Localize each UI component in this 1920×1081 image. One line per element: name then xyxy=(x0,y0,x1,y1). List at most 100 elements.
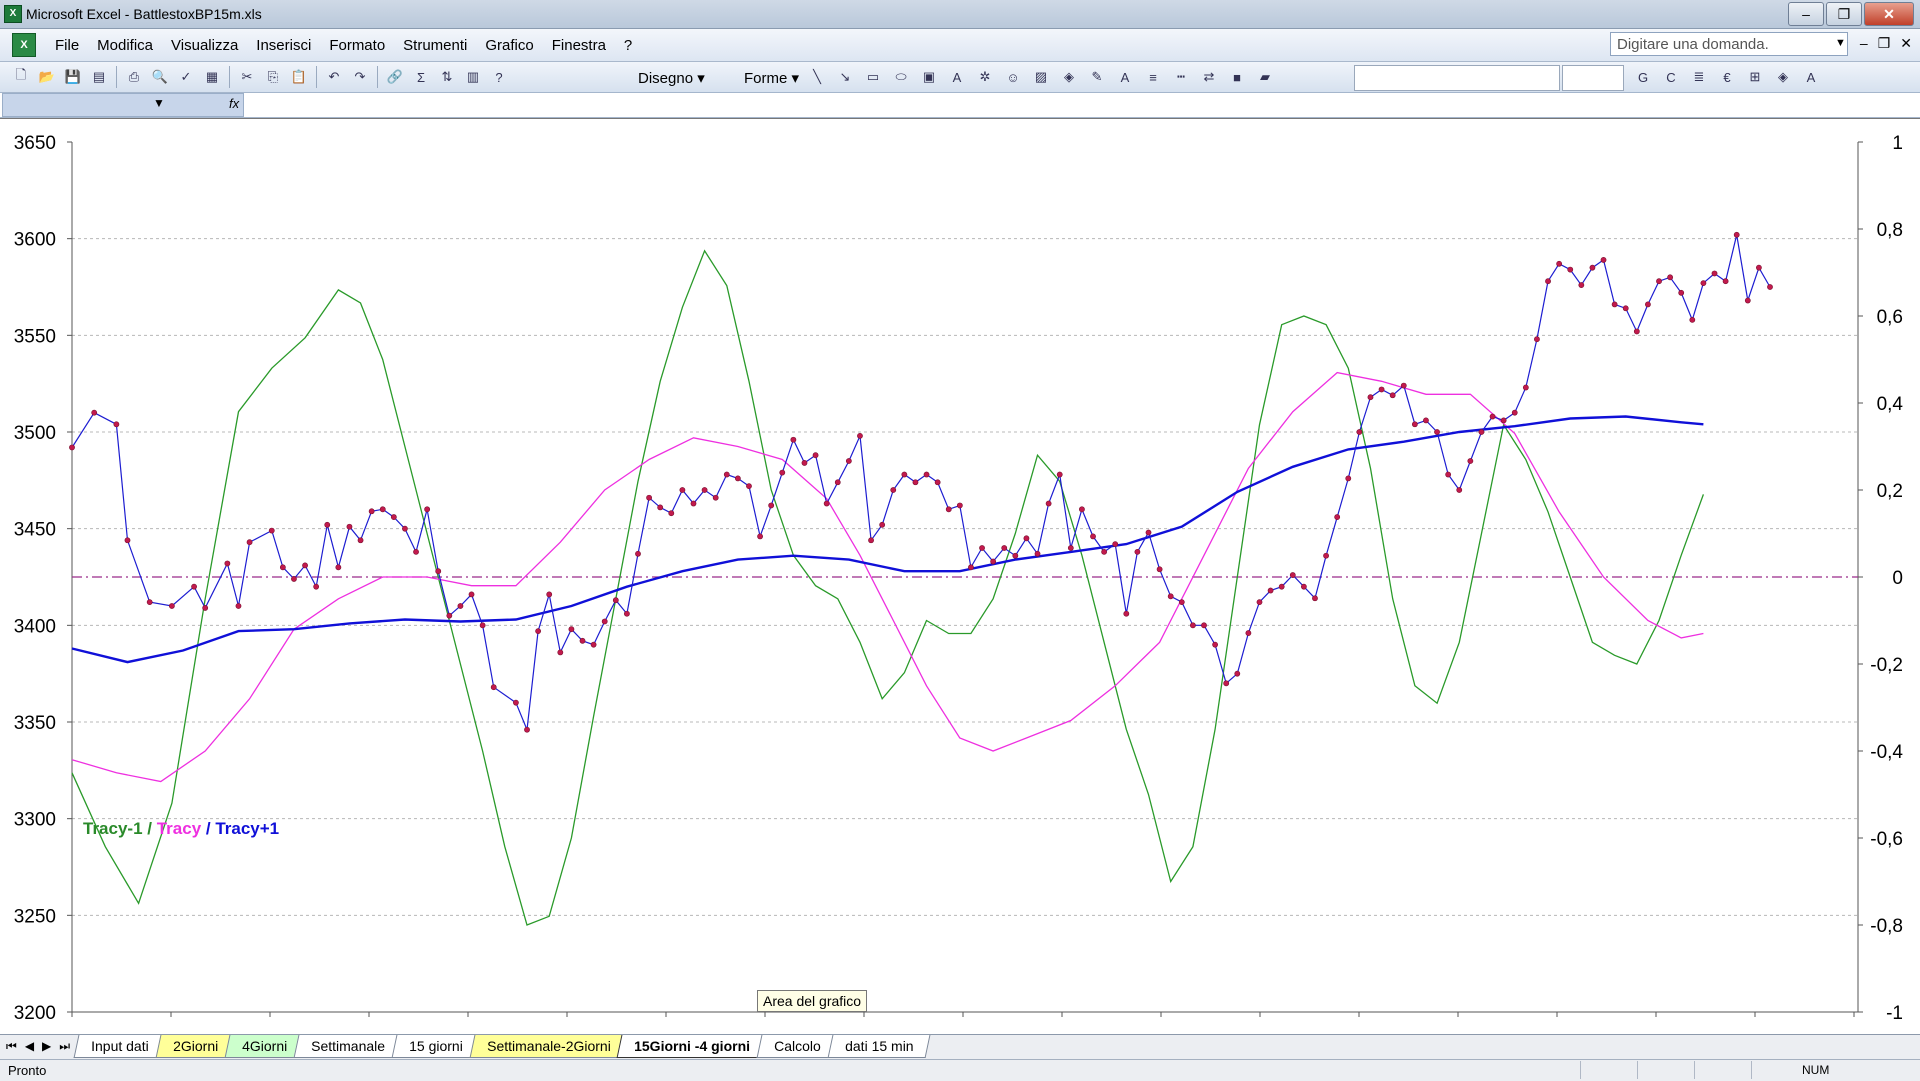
new-icon[interactable]: 🗋 xyxy=(10,66,32,88)
draw-menu[interactable]: Disegno ▾ xyxy=(638,69,705,87)
borders-icon[interactable]: ⊞ xyxy=(1744,66,1766,88)
save-icon[interactable]: 💾 xyxy=(62,66,84,88)
fill-bucket-icon[interactable]: ◈ xyxy=(1772,66,1794,88)
price-point xyxy=(1678,289,1685,296)
dash-style-icon[interactable]: ┅ xyxy=(1170,66,1192,88)
redo-icon[interactable]: ↷ xyxy=(349,66,371,88)
menu-item-file[interactable]: File xyxy=(46,37,88,54)
clipart-icon[interactable]: ☺ xyxy=(1002,66,1024,88)
diagram-icon[interactable]: ✲ xyxy=(974,66,996,88)
euro-icon[interactable]: € xyxy=(1716,66,1738,88)
doc-close-icon[interactable]: ✕ xyxy=(1900,35,1912,52)
help-icon[interactable]: ? xyxy=(488,66,510,88)
price-point xyxy=(490,684,497,691)
sheet-tab[interactable]: Settimanale xyxy=(293,1035,403,1058)
num-lock-indicator: NUM xyxy=(1802,1063,1830,1077)
sheet-tab[interactable]: 2Giorni xyxy=(155,1035,236,1058)
print-preview-icon[interactable]: 🔍 xyxy=(149,66,171,88)
line-style-icon[interactable]: ≡ xyxy=(1142,66,1164,88)
first-sheet-icon[interactable]: ⏮ xyxy=(6,1039,17,1054)
line-color-icon[interactable]: ✎ xyxy=(1086,66,1108,88)
italic-icon[interactable]: C xyxy=(1660,66,1682,88)
close-button[interactable]: ✕ xyxy=(1864,2,1914,26)
price-point xyxy=(901,471,908,478)
sheet-tab[interactable]: dati 15 min xyxy=(827,1035,931,1058)
sheet-tab[interactable]: Input dati xyxy=(73,1035,167,1058)
font-color-2-icon[interactable]: A xyxy=(1800,66,1822,88)
price-point xyxy=(291,576,297,582)
hyperlink-icon[interactable]: 🔗 xyxy=(384,66,406,88)
sheet-tab[interactable]: Settimanale-2Giorni xyxy=(469,1035,628,1058)
menu-item-grafico[interactable]: Grafico xyxy=(476,37,542,54)
menu-item-strumenti[interactable]: Strumenti xyxy=(394,37,476,54)
price-point xyxy=(1467,458,1474,464)
chart-legend[interactable]: Tracy-1 / Tracy / Tracy+1 xyxy=(83,819,279,839)
arrow-style-icon[interactable]: ⇄ xyxy=(1198,66,1220,88)
sheet-tab[interactable]: 4Giorni xyxy=(224,1035,305,1058)
ask-question-input[interactable]: Digitare una domanda. xyxy=(1610,32,1848,56)
print-icon[interactable]: ⎙ xyxy=(123,66,145,88)
y-tick-label-right: -0,6 xyxy=(1870,829,1903,850)
chart-area[interactable]: 3650 3600 3550 3500 3450 3400 3350 3300 3250 3200… xyxy=(0,118,1920,1036)
oval-icon[interactable]: ⬭ xyxy=(890,66,912,88)
paste-icon[interactable]: 📋 xyxy=(288,66,310,88)
menu-item-inserisci[interactable]: Inserisci xyxy=(247,37,320,54)
maximize-button[interactable]: ❐ xyxy=(1826,2,1862,26)
bold-icon[interactable]: G xyxy=(1632,66,1654,88)
menu-item-finestra[interactable]: Finestra xyxy=(543,37,615,54)
menu-item-modifica[interactable]: Modifica xyxy=(88,37,162,54)
prev-sheet-icon[interactable]: ◀ xyxy=(25,1039,34,1054)
doc-minimize-icon[interactable]: – xyxy=(1860,35,1868,52)
cut-icon[interactable]: ✂ xyxy=(236,66,258,88)
research-icon[interactable]: ▦ xyxy=(201,66,223,88)
arrow-icon[interactable]: ↘ xyxy=(834,66,856,88)
font-color-icon[interactable]: A xyxy=(1114,66,1136,88)
copy-icon[interactable]: ⎘ xyxy=(262,66,284,88)
doc-restore-icon[interactable]: ❐ xyxy=(1878,35,1891,52)
permission-icon[interactable]: ▤ xyxy=(88,66,110,88)
price-point xyxy=(1300,583,1307,590)
price-point xyxy=(557,649,564,656)
sort-icon[interactable]: ⇅ xyxy=(436,66,458,88)
undo-icon[interactable]: ↶ xyxy=(323,66,345,88)
price-point xyxy=(1611,301,1618,308)
y-tick-label-left: 3500 xyxy=(14,423,56,444)
price-point xyxy=(146,599,153,606)
open-icon[interactable]: 📂 xyxy=(36,66,58,88)
rectangle-icon[interactable]: ▭ xyxy=(862,66,884,88)
chevron-down-icon[interactable]: ▼ xyxy=(153,96,165,110)
chevron-down-icon[interactable]: ▼ xyxy=(1835,37,1846,49)
price-point xyxy=(246,539,253,546)
legend-tracy-plus: Tracy+1 xyxy=(215,819,280,838)
3d-icon[interactable]: ▰ xyxy=(1254,66,1276,88)
title-bar: X Microsoft Excel - BattlestoxBP15m.xls … xyxy=(0,0,1920,29)
font-name-select[interactable] xyxy=(1354,65,1560,91)
next-sheet-icon[interactable]: ▶ xyxy=(42,1039,51,1054)
last-sheet-icon[interactable]: ⏭ xyxy=(59,1039,70,1054)
function-icon[interactable]: fx xyxy=(229,96,239,111)
workbook-icon[interactable]: X xyxy=(12,33,36,57)
line-icon[interactable]: ╲ xyxy=(806,66,828,88)
align-icon[interactable]: ≣ xyxy=(1688,66,1710,88)
textbox-icon[interactable]: ▣ xyxy=(918,66,940,88)
sheet-tab[interactable]: 15 giorni xyxy=(391,1035,480,1058)
spelling-icon[interactable]: ✓ xyxy=(175,66,197,88)
minimize-button[interactable]: ‒ xyxy=(1788,2,1824,26)
fill-color-icon[interactable]: ◈ xyxy=(1058,66,1080,88)
menu-item-formato[interactable]: Formato xyxy=(320,37,394,54)
chart-svg[interactable]: 3650 3600 3550 3500 3450 3400 3350 3300 3250 3200… xyxy=(0,119,1920,1036)
name-box[interactable]: ▼ fx xyxy=(2,93,244,117)
sheet-tab[interactable]: Calcolo xyxy=(756,1035,839,1058)
window-title: Microsoft Excel - BattlestoxBP15m.xls xyxy=(26,6,262,22)
chart-wizard-icon[interactable]: ▥ xyxy=(462,66,484,88)
shadow-icon[interactable]: ■ xyxy=(1226,66,1248,88)
formula-bar: ▼ fx xyxy=(0,93,1920,118)
wordart-icon[interactable]: A xyxy=(946,66,968,88)
shapes-menu[interactable]: Forme ▾ xyxy=(744,69,799,87)
menu-item-visualizza[interactable]: Visualizza xyxy=(162,37,247,54)
font-size-select[interactable] xyxy=(1562,65,1624,91)
autosum-icon[interactable]: Σ xyxy=(410,66,432,88)
picture-icon[interactable]: ▨ xyxy=(1030,66,1052,88)
menu-item-[interactable]: ? xyxy=(615,37,641,54)
sheet-tab[interactable]: 15Giorni -4 giorni xyxy=(616,1035,768,1058)
